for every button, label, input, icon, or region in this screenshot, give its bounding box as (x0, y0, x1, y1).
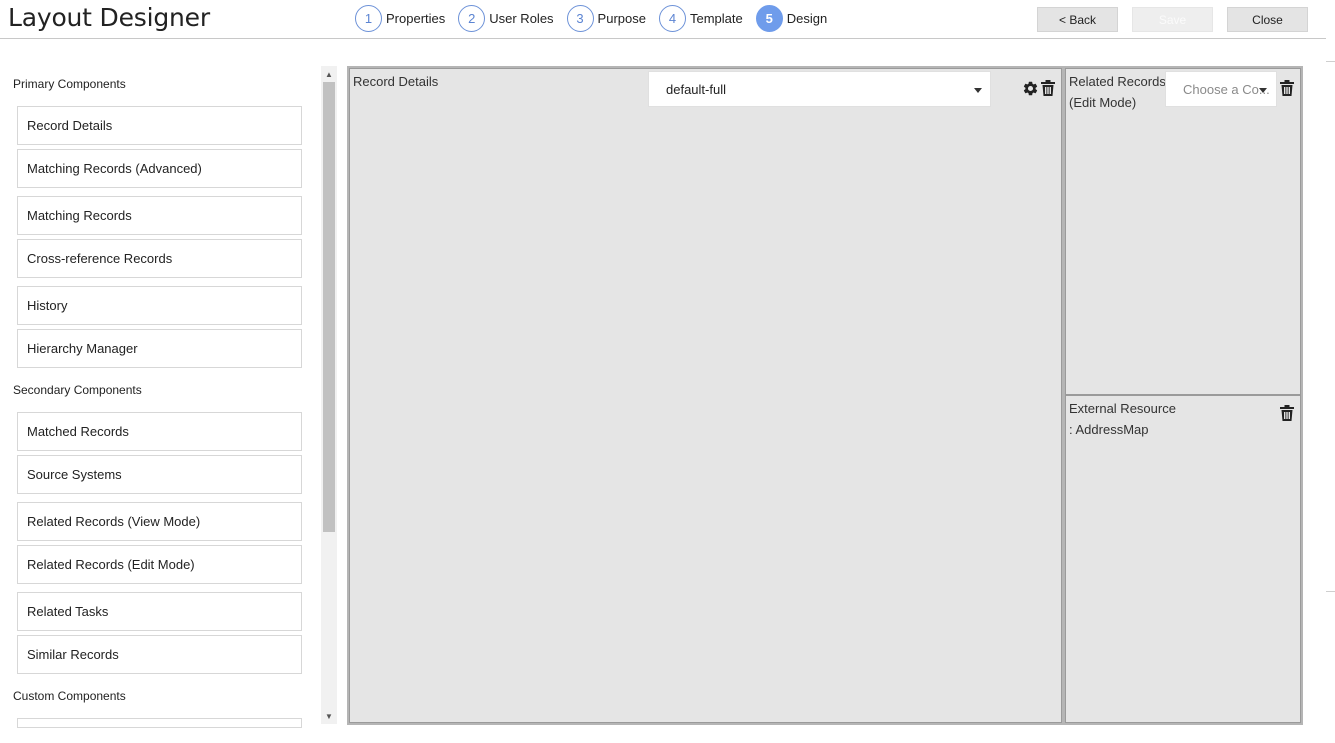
zone-label-line: External Resource (1069, 401, 1176, 416)
step-template[interactable]: 4 Template (658, 4, 743, 32)
back-button[interactable]: < Back (1037, 7, 1118, 32)
save-button[interactable]: Save (1132, 7, 1213, 32)
component-custom-partial[interactable] (17, 718, 302, 728)
record-details-zone[interactable]: Record Details default-full (349, 68, 1062, 723)
scroll-down-icon[interactable]: ▼ (321, 709, 337, 723)
step-purpose[interactable]: 3 Purpose (566, 4, 646, 32)
zone-label: External Resource : AddressMap (1069, 398, 1176, 440)
component-hierarchy-manager[interactable]: Hierarchy Manager (17, 329, 302, 368)
wizard-steps: 1 Properties 2 User Roles 3 Purpose 4 Te… (355, 4, 840, 32)
scroll-thumb[interactable] (323, 82, 335, 532)
edge-divider (1326, 591, 1335, 592)
secondary-components-heading: Secondary Components (13, 383, 142, 397)
chevron-down-icon (1259, 88, 1267, 93)
component-select[interactable]: Choose a Co... (1165, 71, 1277, 107)
component-source-systems[interactable]: Source Systems (17, 455, 302, 494)
trash-icon[interactable] (1040, 79, 1056, 97)
component-record-details[interactable]: Record Details (17, 106, 302, 145)
step-label: Template (689, 10, 743, 26)
step-design[interactable]: 5 Design (755, 4, 828, 32)
component-cross-reference-records[interactable]: Cross-reference Records (17, 239, 302, 278)
step-label: Purpose (597, 10, 646, 26)
select-placeholder: Choose a Co... (1183, 81, 1270, 97)
step-number: 3 (566, 4, 594, 32)
edge-divider (1326, 61, 1335, 62)
zone-label: Record Details (353, 74, 439, 89)
zone-label: Related Records (Edit Mode) (1069, 71, 1166, 113)
app-header: Layout Designer 1 Properties 2 User Role… (0, 0, 1326, 39)
step-number: 2 (458, 4, 486, 32)
chevron-down-icon (974, 88, 982, 93)
step-user-roles[interactable]: 2 User Roles (458, 4, 554, 32)
select-value: default-full (666, 81, 726, 97)
layout-select[interactable]: default-full (648, 71, 991, 107)
primary-components-heading: Primary Components (13, 77, 126, 91)
step-number: 4 (658, 4, 686, 32)
external-resource-zone[interactable]: External Resource : AddressMap (1065, 395, 1301, 723)
component-matching-records-advanced[interactable]: Matching Records (Advanced) (17, 149, 302, 188)
related-records-edit-zone[interactable]: Related Records (Edit Mode) Choose a Co.… (1065, 68, 1301, 395)
component-similar-records[interactable]: Similar Records (17, 635, 302, 674)
zone-label-line: Related Records (1069, 74, 1166, 89)
component-related-tasks[interactable]: Related Tasks (17, 592, 302, 631)
close-button[interactable]: Close (1227, 7, 1308, 32)
step-label: User Roles (489, 10, 554, 26)
step-label: Properties (386, 10, 446, 26)
gear-icon[interactable] (1021, 79, 1039, 97)
step-number: 1 (355, 4, 382, 32)
trash-icon[interactable] (1279, 404, 1295, 422)
design-canvas: Record Details default-full Related Reco… (347, 66, 1303, 725)
page-title: Layout Designer (8, 3, 210, 32)
component-related-records-view[interactable]: Related Records (View Mode) (17, 502, 302, 541)
component-matched-records[interactable]: Matched Records (17, 412, 302, 451)
zone-label-line: (Edit Mode) (1069, 95, 1137, 110)
custom-components-heading: Custom Components (13, 689, 126, 703)
step-label: Design (786, 10, 828, 26)
step-number: 5 (755, 4, 783, 32)
scroll-up-icon[interactable]: ▲ (321, 67, 337, 81)
component-related-records-edit[interactable]: Related Records (Edit Mode) (17, 545, 302, 584)
trash-icon[interactable] (1279, 79, 1295, 97)
sidebar-scrollbar[interactable]: ▲ ▼ (321, 66, 337, 724)
step-properties[interactable]: 1 Properties (355, 4, 445, 32)
component-history[interactable]: History (17, 286, 302, 325)
component-matching-records[interactable]: Matching Records (17, 196, 302, 235)
zone-label-line: : AddressMap (1069, 422, 1149, 437)
